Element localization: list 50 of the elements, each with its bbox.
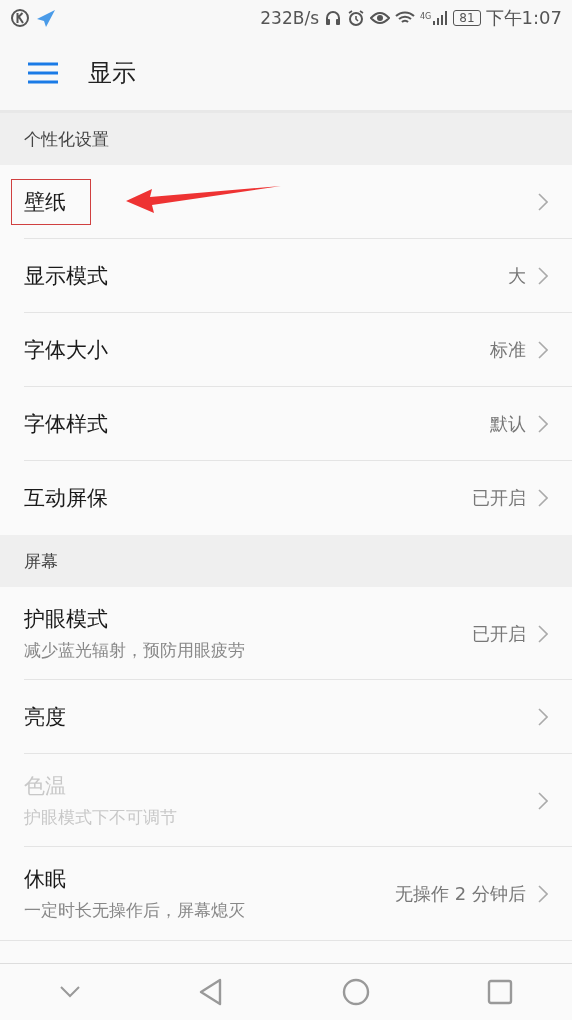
- chevron-right-icon: [538, 193, 548, 211]
- settings-row[interactable]: 护眼模式 减少蓝光辐射，预防用眼疲劳 已开启: [0, 587, 572, 680]
- setting-title: 壁纸: [12, 180, 90, 224]
- chevron-right-icon: [538, 415, 548, 433]
- k-badge-icon: [10, 8, 30, 28]
- setting-value: 默认: [490, 412, 526, 436]
- settings-row[interactable]: 亮度: [0, 680, 572, 754]
- setting-value: 标准: [490, 338, 526, 362]
- setting-description: 一定时长无操作后，屏幕熄灭: [24, 899, 246, 922]
- settings-row[interactable]: 休眠 一定时长无操作后，屏幕熄灭 无操作 2 分钟后: [0, 847, 572, 940]
- chevron-right-icon: [538, 489, 548, 507]
- eye-icon: [370, 10, 390, 26]
- setting-title: 亮度: [24, 704, 66, 731]
- chevron-right-icon: [538, 791, 548, 810]
- chevron-right-icon: [538, 624, 548, 643]
- paper-plane-icon: [35, 7, 57, 29]
- chevron-down-icon[interactable]: [58, 985, 81, 999]
- setting-title: 显示模式: [24, 263, 108, 290]
- battery-level: 81: [453, 10, 481, 26]
- section-header: 个性化设置: [0, 113, 572, 165]
- setting-value: 已开启: [472, 486, 526, 510]
- chevron-right-icon: [538, 708, 548, 726]
- setting-title: 字体大小: [24, 337, 108, 364]
- headphones-icon: [324, 9, 342, 27]
- setting-value: 无操作 2 分钟后: [395, 881, 526, 906]
- setting-value: 大: [508, 264, 526, 288]
- chevron-right-icon: [538, 884, 548, 903]
- setting-value: 已开启: [472, 621, 526, 646]
- network-type: 4G: [420, 12, 432, 21]
- page-title: 显示: [88, 58, 136, 89]
- setting-title: 字体样式: [24, 411, 108, 438]
- menu-icon[interactable]: [28, 62, 58, 84]
- setting-title: 护眼模式: [24, 606, 108, 633]
- settings-row[interactable]: 字体大小 标准: [0, 313, 572, 387]
- recents-icon[interactable]: [487, 979, 514, 1005]
- signal-icon: [432, 10, 449, 26]
- chevron-right-icon: [538, 341, 548, 359]
- setting-description: 减少蓝光辐射，预防用眼疲劳: [24, 639, 246, 662]
- settings-row[interactable]: 壁纸: [0, 165, 572, 239]
- settings-row[interactable]: 互动屏保 已开启: [0, 461, 572, 535]
- setting-title: 休眠: [24, 866, 66, 893]
- setting-title: 互动屏保: [24, 485, 108, 512]
- clock: 下午1:07: [485, 6, 562, 30]
- settings-row[interactable]: 字体样式 默认: [0, 387, 572, 461]
- home-icon[interactable]: [341, 978, 370, 1006]
- section-header: 屏幕: [0, 535, 572, 587]
- alarm-icon: [347, 9, 365, 27]
- network-speed: 232B/s: [260, 8, 319, 28]
- chevron-right-icon: [538, 267, 548, 285]
- settings-row[interactable]: 显示模式 大: [0, 239, 572, 313]
